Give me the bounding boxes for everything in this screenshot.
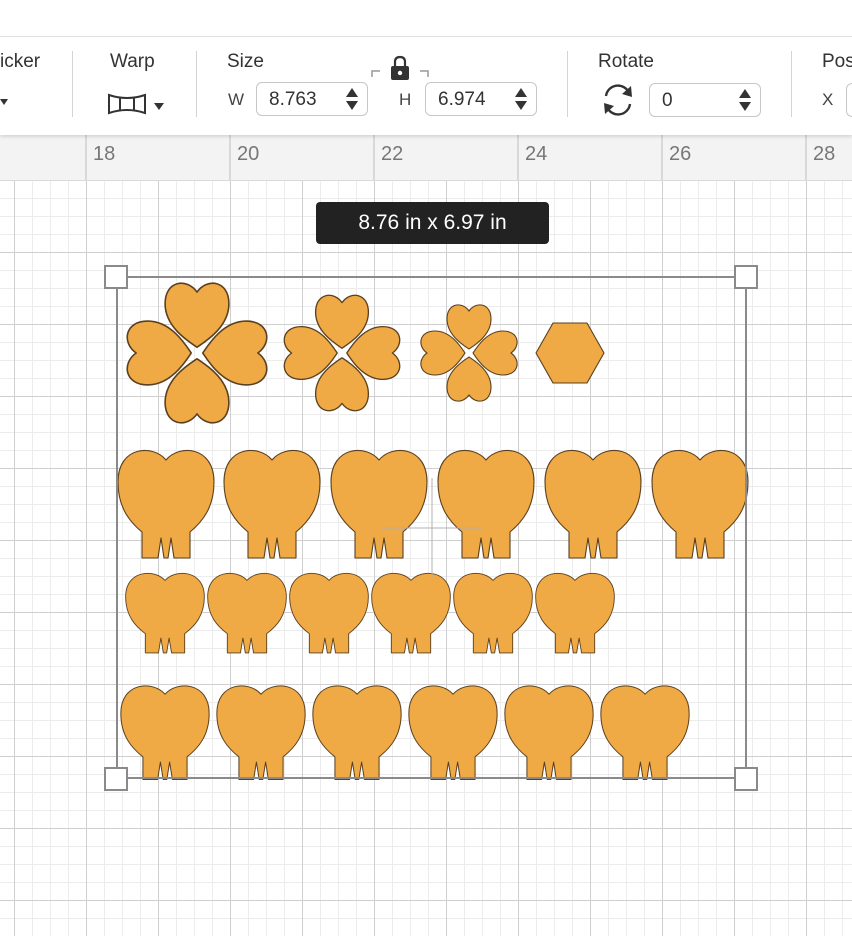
hexagon-shape[interactable] bbox=[535, 322, 605, 384]
petal-shape[interactable] bbox=[330, 449, 428, 559]
flower-shape[interactable] bbox=[126, 282, 268, 424]
flower-shape[interactable] bbox=[283, 294, 401, 412]
petal-shape[interactable] bbox=[535, 572, 615, 654]
flower-shape[interactable] bbox=[420, 304, 518, 402]
petal-shape[interactable] bbox=[223, 449, 321, 559]
shapes-layer bbox=[104, 265, 758, 791]
petal-shape[interactable] bbox=[437, 449, 535, 559]
petal-shape[interactable] bbox=[125, 572, 205, 654]
resize-handle bbox=[734, 767, 758, 791]
petal-shape[interactable] bbox=[117, 449, 215, 559]
petal-shape[interactable] bbox=[207, 572, 287, 654]
resize-handle bbox=[104, 265, 128, 289]
petal-shape[interactable] bbox=[216, 685, 306, 780]
petal-shape[interactable] bbox=[289, 572, 369, 654]
petal-shape[interactable] bbox=[651, 449, 749, 559]
petal-shape[interactable] bbox=[312, 685, 402, 780]
petal-shape[interactable] bbox=[453, 572, 533, 654]
petal-shape[interactable] bbox=[371, 572, 451, 654]
petal-shape[interactable] bbox=[504, 685, 594, 780]
petal-shape[interactable] bbox=[600, 685, 690, 780]
petal-shape[interactable] bbox=[544, 449, 642, 559]
petal-shape[interactable] bbox=[408, 685, 498, 780]
resize-handle bbox=[104, 767, 128, 791]
resize-handle bbox=[734, 265, 758, 289]
petal-shape[interactable] bbox=[120, 685, 210, 780]
